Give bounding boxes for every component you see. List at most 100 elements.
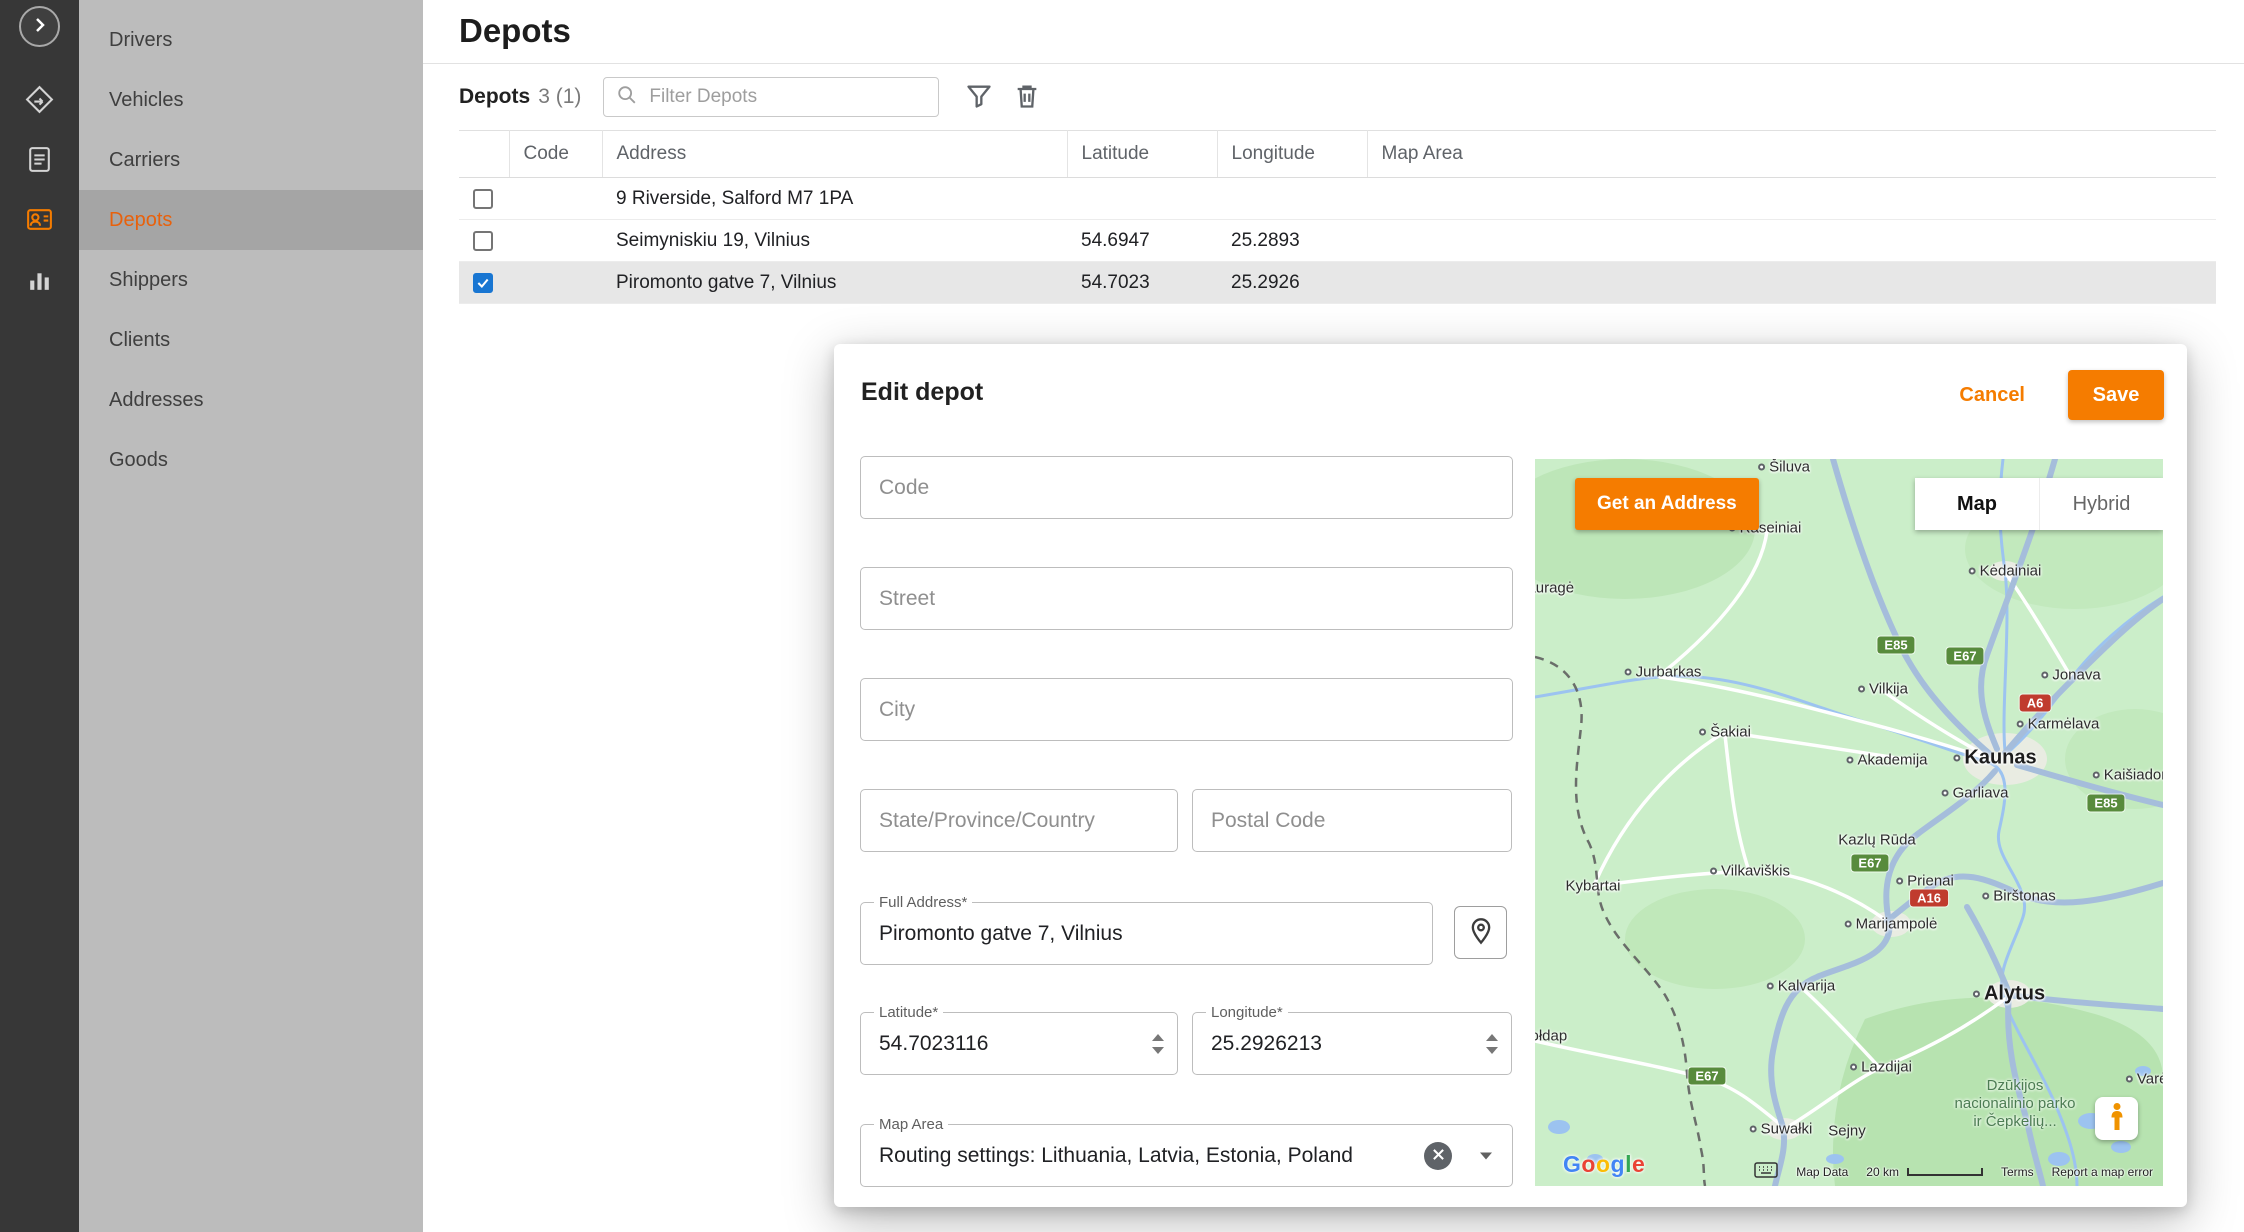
row-checkbox[interactable] (473, 231, 493, 251)
cell-map-area (1367, 178, 2216, 220)
map-attribution: Map Data 20 km Terms Report a map error (1754, 1162, 2153, 1181)
rail-item-routes[interactable] (17, 78, 62, 123)
rail-item-orders[interactable] (17, 138, 62, 183)
table-row[interactable]: Seimyniskiu 19, Vilnius 54.6947 25.2893 (459, 220, 2216, 262)
chevron-right-icon (30, 15, 50, 38)
map-graphics (1535, 459, 2163, 1186)
map-type-map-button[interactable]: Map (1915, 478, 2039, 530)
sidebar-nav: Drivers Vehicles Carriers Depots Shipper… (79, 0, 423, 1232)
map-data-label[interactable]: Map Data (1796, 1165, 1848, 1179)
latitude-field-wrapper: Latitude* (860, 1012, 1178, 1075)
sidebar-item-drivers[interactable]: Drivers (79, 10, 423, 70)
column-header-map-area[interactable]: Map Area (1367, 131, 2216, 178)
location-pin-icon (1467, 917, 1495, 948)
cell-address: Seimyniskiu 19, Vilnius (602, 220, 1067, 262)
map-area-label: Map Area (874, 1116, 948, 1133)
city-field[interactable] (861, 679, 1512, 740)
get-an-address-button[interactable]: Get an Address (1575, 478, 1759, 530)
report-map-error-link[interactable]: Report a map error (2052, 1165, 2153, 1179)
latitude-label: Latitude* (874, 1004, 943, 1021)
trash-icon (1013, 82, 1041, 113)
longitude-field-wrapper: Longitude* (1192, 1012, 1512, 1075)
sidebar-item-label: Addresses (109, 389, 204, 412)
full-address-label: Full Address* (874, 894, 972, 911)
sidebar-item-depots[interactable]: Depots (79, 190, 423, 250)
row-checkbox[interactable] (473, 273, 493, 293)
list-count: 3 (1) (538, 85, 581, 109)
row-checkbox[interactable] (473, 189, 493, 209)
cell-map-area (1367, 220, 2216, 262)
table-header-row: Code Address Latitude Longitude Map Area (459, 131, 2216, 178)
table-row[interactable]: Piromonto gatve 7, Vilnius 54.7023 25.29… (459, 262, 2216, 304)
rail-item-contacts[interactable] (17, 198, 62, 243)
cell-code (509, 178, 602, 220)
column-header-latitude[interactable]: Latitude (1067, 131, 1217, 178)
sidebar-item-shippers[interactable]: Shippers (79, 250, 423, 310)
cell-longitude: 25.2926 (1217, 262, 1367, 304)
filter-input[interactable] (647, 85, 926, 109)
edit-depot-modal: Edit depot Cancel Save Full Address* Lat… (834, 344, 2187, 1207)
street-field[interactable] (861, 568, 1512, 629)
page-header: Depots (423, 0, 2244, 64)
terms-link[interactable]: Terms (2001, 1165, 2034, 1179)
clear-map-area-button[interactable] (1424, 1142, 1452, 1170)
map-area-select[interactable] (861, 1125, 1512, 1186)
table-row[interactable]: 9 Riverside, Salford M7 1PA (459, 178, 2216, 220)
postal-code-field[interactable] (1193, 790, 1511, 851)
sidebar-item-addresses[interactable]: Addresses (79, 370, 423, 430)
longitude-label: Longitude* (1206, 1004, 1288, 1021)
sidebar-item-vehicles[interactable]: Vehicles (79, 70, 423, 130)
latitude-field[interactable] (861, 1013, 1177, 1074)
cell-address: Piromonto gatve 7, Vilnius (602, 262, 1067, 304)
map-scale: 20 km (1866, 1165, 1983, 1179)
longitude-stepper[interactable] (1486, 1034, 1498, 1054)
sidebar-item-label: Goods (109, 449, 168, 472)
funnel-icon (965, 82, 993, 113)
cell-longitude: 25.2893 (1217, 220, 1367, 262)
locate-on-map-button[interactable] (1454, 906, 1507, 959)
map-canvas[interactable]: ŠiluvaRaseiniaiKėdainiaiTauragėJurbarkas… (1535, 459, 2163, 1186)
state-field[interactable] (861, 790, 1177, 851)
google-logo: Google (1563, 1151, 1645, 1178)
save-button[interactable]: Save (2068, 370, 2164, 420)
map-area-field-wrapper: Map Area (860, 1124, 1513, 1187)
code-field-wrapper (860, 456, 1513, 519)
filter-button[interactable] (965, 82, 993, 113)
latitude-stepper[interactable] (1152, 1034, 1164, 1054)
keyboard-icon[interactable] (1754, 1162, 1778, 1181)
icon-rail (0, 0, 79, 1232)
sidebar-item-clients[interactable]: Clients (79, 310, 423, 370)
depots-table: Code Address Latitude Longitude Map Area… (459, 130, 2216, 304)
code-field[interactable] (861, 457, 1512, 518)
scale-bar (1907, 1168, 1983, 1176)
sidebar-item-carriers[interactable]: Carriers (79, 130, 423, 190)
bar-chart-icon (24, 264, 55, 298)
orders-icon (24, 144, 55, 178)
delete-button[interactable] (1013, 82, 1041, 113)
cell-latitude: 54.6947 (1067, 220, 1217, 262)
search-icon (616, 84, 647, 111)
pegman-icon (2106, 1102, 2128, 1135)
dropdown-caret-icon[interactable] (1480, 1152, 1492, 1159)
longitude-field[interactable] (1193, 1013, 1511, 1074)
cell-latitude: 54.7023 (1067, 262, 1217, 304)
pegman-control[interactable] (2095, 1097, 2138, 1140)
list-title: Depots (459, 85, 530, 109)
sidebar-item-label: Depots (109, 209, 172, 232)
map-type-hybrid-button[interactable]: Hybrid (2039, 478, 2163, 530)
close-icon (1432, 1148, 1445, 1164)
rail-item-reports[interactable] (17, 258, 62, 303)
cell-code (509, 262, 602, 304)
cancel-button[interactable]: Cancel (1953, 383, 2031, 408)
scale-label: 20 km (1866, 1165, 1899, 1179)
map-type-control: Map Hybrid (1915, 478, 2163, 530)
contacts-icon (24, 204, 55, 238)
column-header-longitude[interactable]: Longitude (1217, 131, 1367, 178)
cell-address: 9 Riverside, Salford M7 1PA (602, 178, 1067, 220)
cell-latitude (1067, 178, 1217, 220)
sidebar-toggle-button[interactable] (19, 6, 60, 47)
full-address-field[interactable] (861, 903, 1432, 964)
column-header-code[interactable]: Code (509, 131, 602, 178)
sidebar-item-goods[interactable]: Goods (79, 430, 423, 490)
column-header-address[interactable]: Address (602, 131, 1067, 178)
